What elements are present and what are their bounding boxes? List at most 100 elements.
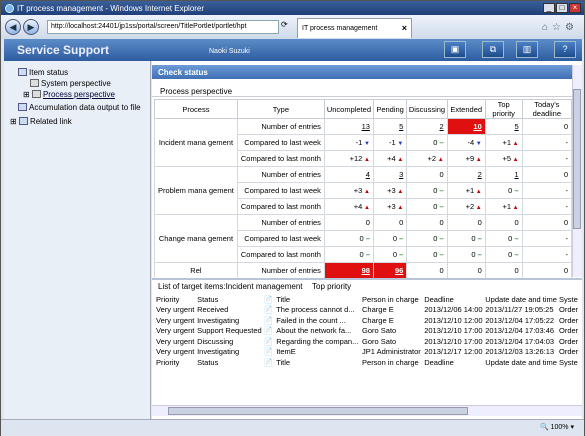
count-cell[interactable]: 98 <box>323 262 374 279</box>
minimize-button[interactable]: _ <box>543 3 555 13</box>
column-header: Type <box>236 99 325 119</box>
list-item[interactable]: Very urgent Discussing 📄 Regarding the comp… <box>155 336 580 347</box>
list-column-header: Title <box>276 357 291 367</box>
count-cell[interactable]: 5 <box>484 118 523 135</box>
forward-icon[interactable]: ▶ <box>23 19 39 35</box>
count-cell: +9 ▲ <box>446 150 486 167</box>
count-value: - <box>565 234 569 243</box>
tree-process-perspective[interactable]: ⊞ Process perspective <box>23 90 115 99</box>
count-cell: 0 – <box>446 230 486 247</box>
count-value: +2 <box>465 202 475 211</box>
url-input[interactable]: http://localhost:24401/jp1ss/portal/scre… <box>47 20 279 34</box>
column-header: Today's deadline <box>521 99 573 119</box>
list-column-header: Status <box>197 357 219 367</box>
count-cell: 0 <box>521 214 573 231</box>
count-cell[interactable]: 3 <box>372 166 408 183</box>
pane-divider[interactable] <box>152 278 582 280</box>
count-cell: - <box>521 198 573 215</box>
count-cell[interactable]: 13 <box>323 118 374 135</box>
list-item[interactable]: Very urgent Received 📄 The process cannot d… <box>155 305 580 316</box>
count-value: 96 <box>394 266 404 275</box>
list-header-row: Priority Status 📄 Title Person in charge Dead… <box>155 357 580 368</box>
count-cell: +3 ▲ <box>372 198 408 215</box>
count-cell: 0 – <box>323 246 374 263</box>
list-cell: Failed in the count ... <box>276 315 346 325</box>
browser-tab[interactable]: IT process management × <box>297 18 412 38</box>
zoom-level[interactable]: 🔍 100% ▾ <box>540 423 574 431</box>
count-cell: 0 <box>406 214 448 231</box>
list-cell: 2013/12/04 17:05:22 <box>485 315 555 325</box>
help-icon-button[interactable]: ? <box>554 41 576 58</box>
count-cell[interactable]: 2 <box>406 118 448 135</box>
up-arrow-icon: ▲ <box>362 205 370 211</box>
maximize-button[interactable]: □ <box>556 3 568 13</box>
tree-item-status[interactable]: Item status <box>18 68 68 77</box>
expand-icon[interactable]: ⊞ <box>10 117 17 126</box>
panel-icon-button[interactable]: ▥ <box>516 41 538 58</box>
expand-icon[interactable]: ⊞ <box>23 90 30 99</box>
count-value: 0 <box>439 266 444 275</box>
count-cell[interactable]: 5 <box>372 118 408 135</box>
home-star-gear-icons[interactable]: ⌂☆⚙ <box>542 22 578 33</box>
window-title: IT process management - Windows Internet… <box>17 3 205 13</box>
window-icon-button[interactable]: ▣ <box>444 41 466 58</box>
back-icon[interactable]: ◀ <box>5 19 21 35</box>
count-value: - <box>565 186 569 195</box>
count-cell: - <box>521 246 573 263</box>
up-arrow-icon: ▲ <box>511 141 519 147</box>
vertical-scrollbar[interactable] <box>572 65 582 277</box>
list-column-header: Syste <box>558 357 578 367</box>
tree-system-perspective[interactable]: System perspective <box>30 79 111 88</box>
list-cell: Support Requested <box>197 326 262 336</box>
count-cell[interactable]: 4 <box>323 166 374 183</box>
count-cell: 0 <box>406 166 448 183</box>
count-value: +4 <box>353 202 363 211</box>
count-cell: 0 – <box>484 246 523 263</box>
top-priority-link[interactable]: Top priority <box>312 282 351 291</box>
list-item[interactable]: Very urgent Support Requested 📄 About the n… <box>155 326 580 337</box>
main-pane: Check status Process perspective Process… <box>152 61 582 419</box>
tree-accumulation[interactable]: Accumulation data output to file <box>18 103 141 112</box>
scroll-thumb[interactable] <box>573 89 581 229</box>
up-arrow-icon: ▲ <box>436 157 444 163</box>
list-cell: 2013/12/04 17:03:46 <box>485 326 555 336</box>
count-cell: +5 ▲ <box>484 150 523 167</box>
horizontal-scrollbar[interactable] <box>152 405 582 416</box>
list-cell: Discussing <box>197 336 234 346</box>
up-arrow-icon: ▲ <box>511 205 519 211</box>
list-cell: JP1 Administrator <box>362 347 421 357</box>
count-cell[interactable]: 96 <box>372 262 408 279</box>
list-header-row: Priority Status 📄 Title Person in charge Dead… <box>155 294 580 305</box>
count-cell: +3 ▲ <box>323 182 374 199</box>
flat-icon: – <box>512 234 519 243</box>
row-type: Compared to last month <box>236 198 325 215</box>
column-header: Process <box>154 99 238 119</box>
column-header: Top priority <box>484 99 523 119</box>
list-item[interactable]: Very urgent Investigating 📄 Failed in the c… <box>155 315 580 326</box>
close-tab-icon[interactable]: × <box>402 23 407 33</box>
column-header: Discussing <box>406 99 448 119</box>
count-cell: 0 <box>484 262 523 279</box>
count-value: 3 <box>399 170 404 179</box>
close-window-button[interactable]: × <box>569 3 581 13</box>
count-value: 0 <box>514 218 519 227</box>
count-cell[interactable]: 2 <box>446 166 486 183</box>
list-cell: Order <box>558 326 579 336</box>
tile-icon-button[interactable]: ⧉ <box>482 41 504 58</box>
count-value: 5 <box>514 122 519 131</box>
count-value: +3 <box>387 186 396 195</box>
count-cell[interactable]: 1 <box>484 166 523 183</box>
table-row: Rel Number of entries 98 96 0 0 0 0 <box>154 262 573 279</box>
count-cell[interactable]: 10 <box>446 118 486 135</box>
tree-related-link[interactable]: ⊞ Related link <box>10 117 72 126</box>
document-icon: 📄 <box>263 347 274 357</box>
refresh-icon[interactable]: ⟳ <box>281 20 288 29</box>
count-value: 0 <box>514 266 519 275</box>
down-arrow-icon: ▼ <box>362 141 370 147</box>
list-cell: Regarding the compan... <box>276 336 359 346</box>
list-item[interactable]: Very urgent Investigating 📄 ItemE JP1 Admini… <box>155 347 580 358</box>
list-cell: Goro Sato <box>362 336 397 346</box>
count-cell: -4 ▼ <box>446 134 486 151</box>
scroll-thumb[interactable] <box>168 407 468 415</box>
count-value: 0 <box>563 218 568 227</box>
